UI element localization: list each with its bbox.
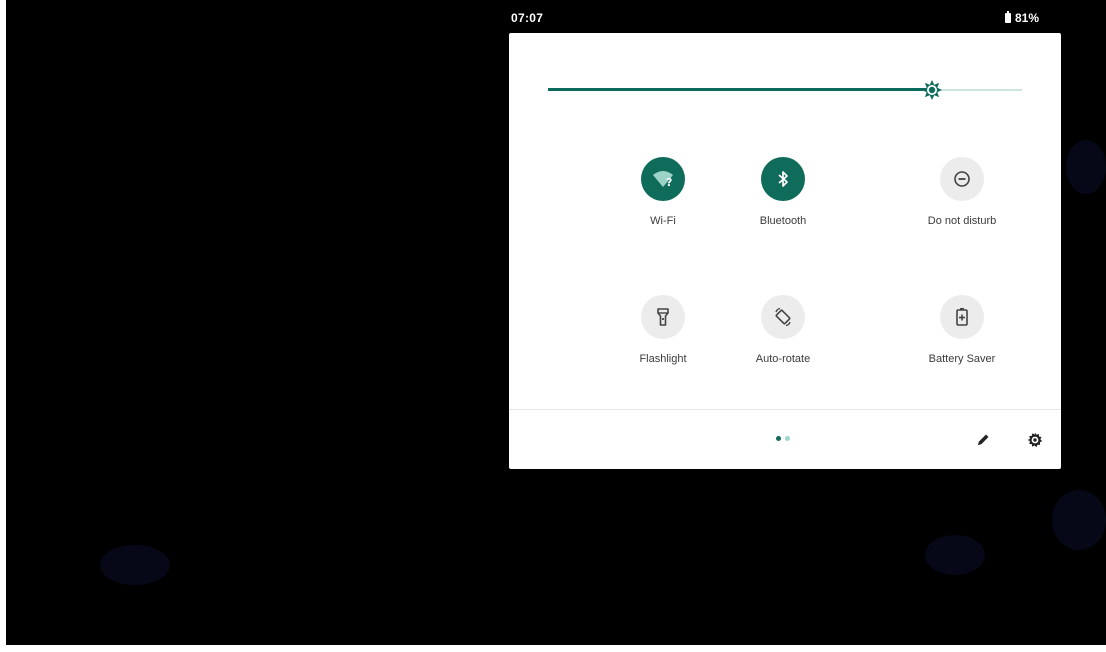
tile-battery-saver[interactable]: Battery Saver	[892, 295, 1032, 365]
tile-flashlight-button[interactable]	[641, 295, 685, 339]
tile-dnd-button[interactable]	[940, 157, 984, 201]
screen-edge	[0, 0, 6, 652]
tile-auto-rotate-label: Auto-rotate	[755, 353, 811, 365]
flashlight-icon	[657, 308, 669, 326]
brightness-fill	[548, 88, 932, 91]
brightness-thumb[interactable]	[922, 80, 942, 100]
page-indicator	[776, 436, 790, 441]
background-shape	[1052, 490, 1106, 550]
brightness-sun-icon	[922, 80, 942, 100]
tile-flashlight-label: Flashlight	[639, 353, 687, 365]
battery-icon	[1004, 11, 1011, 23]
background-shape	[925, 535, 985, 575]
tile-battery-saver-button[interactable]	[940, 295, 984, 339]
tile-wifi-button[interactable]: ?	[641, 157, 685, 201]
tile-wifi-label: Wi-Fi	[650, 215, 676, 227]
tile-bluetooth-button[interactable]	[761, 157, 805, 201]
quick-settings-panel: ? Wi-Fi Bluetooth Do not disturb Flashli…	[509, 33, 1061, 469]
bluetooth-icon	[778, 171, 788, 187]
svg-text:?: ?	[666, 176, 672, 189]
battery-percent: 81%	[1014, 11, 1039, 25]
status-time: 07:07	[511, 11, 544, 25]
brightness-slider[interactable]	[548, 80, 1022, 100]
tile-battery-saver-label: Battery Saver	[928, 353, 996, 365]
settings-button[interactable]	[1023, 428, 1047, 452]
battery-saver-icon	[956, 308, 968, 326]
tile-do-not-disturb[interactable]: Do not disturb	[892, 157, 1032, 227]
background-shape	[100, 545, 170, 585]
tile-dnd-label: Do not disturb	[927, 215, 997, 227]
page-dot-active	[776, 436, 781, 441]
screen-edge	[0, 645, 1106, 652]
tile-auto-rotate-button[interactable]	[761, 295, 805, 339]
auto-rotate-icon	[775, 307, 791, 327]
background-shape	[1066, 140, 1106, 194]
tile-auto-rotate[interactable]: Auto-rotate	[713, 295, 853, 365]
gear-icon	[1027, 432, 1043, 448]
tile-flashlight[interactable]: Flashlight	[593, 295, 733, 365]
status-bar: 07:07 81%	[509, 8, 1061, 32]
pencil-icon	[978, 434, 989, 445]
do-not-disturb-icon	[954, 171, 970, 187]
edit-button[interactable]	[971, 428, 995, 452]
tile-wifi[interactable]: ? Wi-Fi	[593, 157, 733, 227]
wifi-question-icon: ?	[653, 171, 673, 189]
tile-bluetooth[interactable]: Bluetooth	[713, 157, 853, 227]
quick-settings-footer	[509, 410, 1061, 469]
status-battery: 81%	[1004, 11, 1039, 25]
page-dot-inactive	[785, 436, 790, 441]
tile-bluetooth-label: Bluetooth	[759, 215, 807, 227]
